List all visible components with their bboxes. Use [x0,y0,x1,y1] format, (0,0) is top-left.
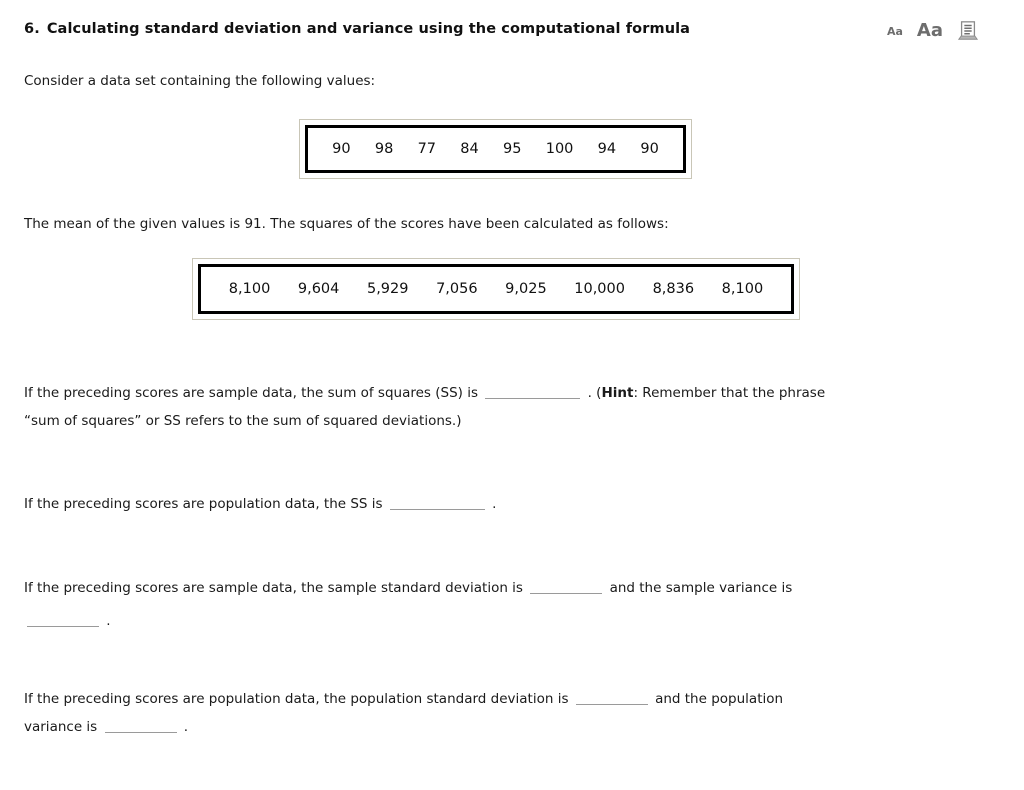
question-2: If the preceding scores are population d… [24,492,984,517]
question-4-answer-blank-1[interactable] [575,690,648,705]
value-cell: 90 [332,141,351,157]
question-3-answer-blank-1[interactable] [530,579,603,594]
value-cell: 98 [374,141,394,157]
square-cell: 5,929 [366,281,409,297]
question-1-text-part-1: If the preceding scores are sample data,… [24,385,478,401]
page-title: 6. Calculating standard deviation and var… [24,21,690,37]
intro-line-1: Consider a data set containing the follo… [24,73,376,89]
question-4-line-2-text-part-1: variance is [24,719,98,735]
question-4-line-2: variance is . [24,715,984,740]
question-3-line-2: . [24,609,984,634]
question-4: If the preceding scores are population d… [24,687,984,740]
question-4-line-2-text-part-2: . [183,719,189,735]
square-cell: 9,604 [297,281,340,297]
question-3-text-part-3: . [106,613,111,629]
value-cell: 94 [597,141,617,157]
question-1-answer-blank[interactable] [485,384,581,399]
question-1: If the preceding scores are sample data,… [24,381,984,434]
values-row: 90 98 77 84 95 100 94 90 [320,141,671,157]
question-2-answer-blank[interactable] [389,495,485,510]
decrease-font-size-icon[interactable]: Aa [887,26,903,37]
value-cell: 100 [545,141,574,157]
question-1-text-part-3: : Remember that the phrase [633,385,826,401]
squares-row: 8,100 9,604 5,929 7,056 9,025 10,000 8,8… [215,281,777,297]
increase-font-size-icon[interactable]: Aa [917,22,943,40]
question-title-text: Calculating standard deviation and varia… [46,21,691,37]
square-cell: 8,100 [721,281,764,297]
document-reader-icon[interactable] [957,20,979,42]
squares-data-box: 8,100 9,604 5,929 7,056 9,025 10,000 8,8… [192,258,800,320]
value-cell: 84 [460,141,479,157]
square-cell: 10,000 [574,281,625,297]
intro-line-2: The mean of the given values is 91. The … [24,216,669,232]
square-cell: 9,025 [505,281,547,297]
question-3-text-part-2: and the sample variance is [609,580,793,596]
question-2-text-part-1: If the preceding scores are population d… [24,496,383,512]
value-cell: 90 [640,141,659,157]
question-1-text-part-2: . ( [587,385,602,401]
values-data-box: 90 98 77 84 95 100 94 90 [299,119,692,179]
question-3-text-part-1: If the preceding scores are sample data,… [24,580,523,596]
values-data-box-inner: 90 98 77 84 95 100 94 90 [305,125,686,173]
square-cell: 7,056 [436,281,478,297]
value-cell: 95 [503,141,522,157]
square-cell: 8,100 [228,281,271,297]
question-2-text-part-2: . [492,496,497,512]
header-toolbar: Aa Aa [887,20,979,42]
question-1-line-2: “sum of squares” or SS refers to the sum… [24,413,462,429]
hint-label: Hint [601,385,634,401]
question-4-text-part-2: and the population [655,691,784,707]
question-number: 6. [24,21,40,37]
value-cell: 77 [417,141,437,157]
question-3-answer-blank-2[interactable] [27,612,99,627]
square-cell: 8,836 [652,281,695,297]
question-4-text-part-1: If the preceding scores are population d… [24,691,569,707]
question-3: If the preceding scores are sample data,… [24,576,984,634]
page-header: 6. Calculating standard deviation and var… [0,0,1024,56]
squares-data-box-inner: 8,100 9,604 5,929 7,056 9,025 10,000 8,8… [198,264,794,314]
question-4-answer-blank-2[interactable] [104,718,177,733]
